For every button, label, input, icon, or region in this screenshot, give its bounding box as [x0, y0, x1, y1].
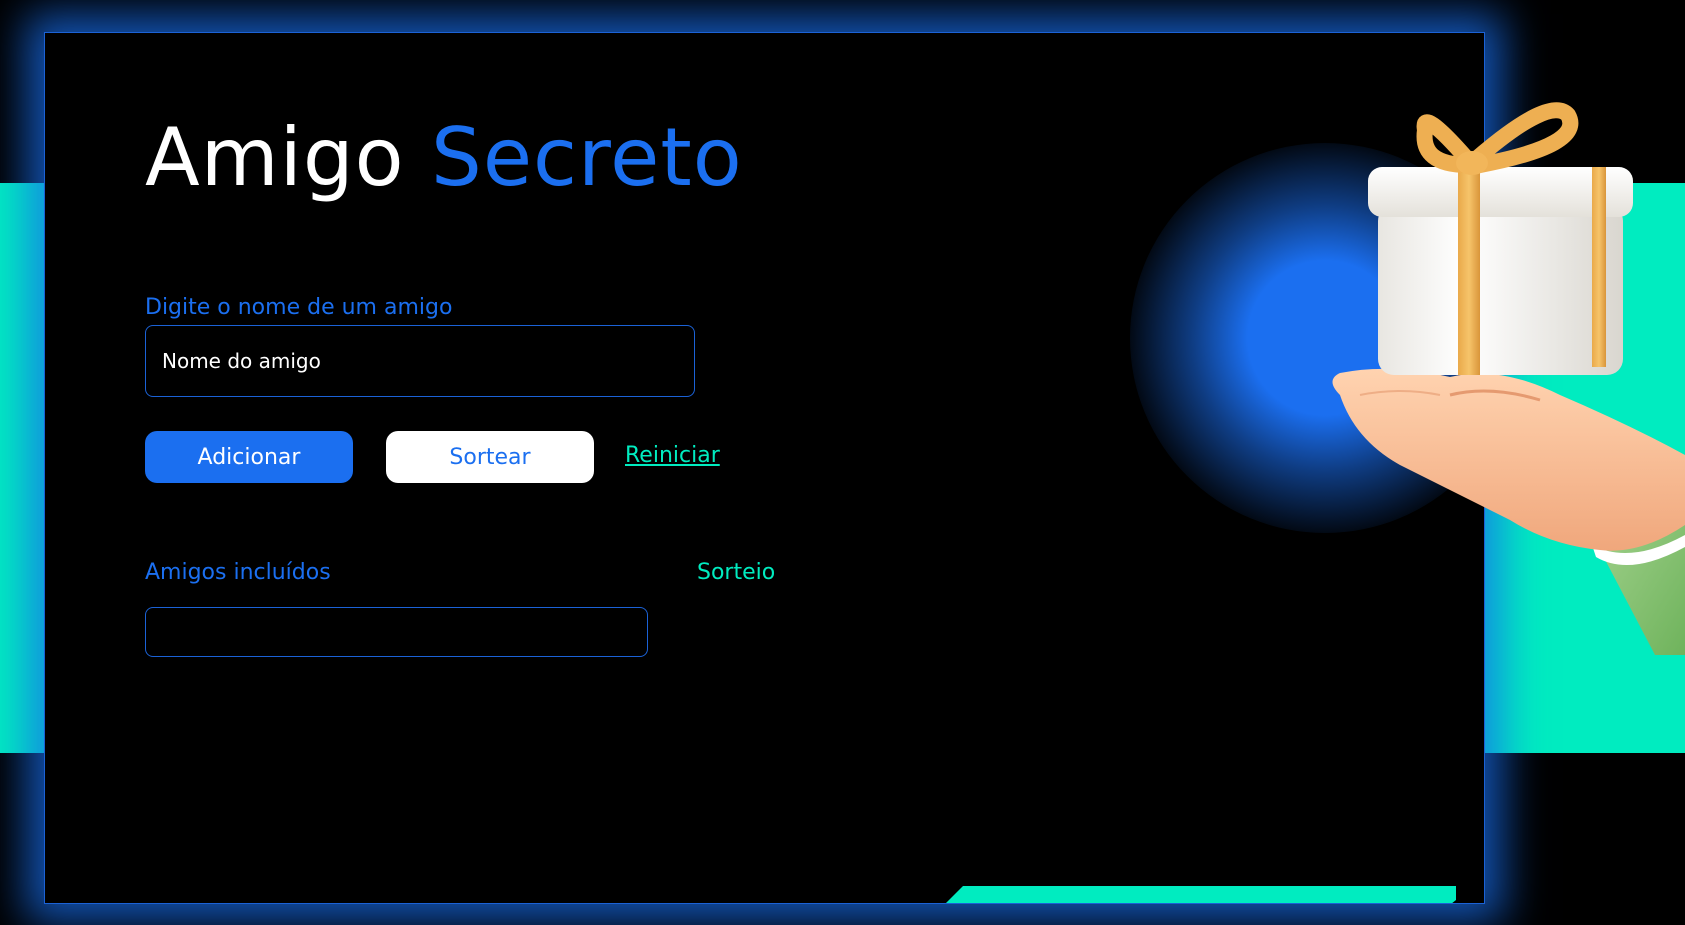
- main-card: Amigo Secreto Digite o nome de um amigo …: [44, 32, 1485, 904]
- friend-name-input[interactable]: [145, 325, 695, 397]
- title-part-secreto: Secreto: [431, 111, 743, 204]
- reset-link[interactable]: Reiniciar: [625, 443, 720, 468]
- friends-list: [145, 607, 648, 657]
- draw-result-label: Sorteio: [697, 560, 776, 585]
- friend-input-label: Digite o nome de um amigo: [145, 295, 453, 320]
- friends-list-label: Amigos incluídos: [145, 560, 331, 585]
- app-stage: Amigo Secreto Digite o nome de um amigo …: [0, 0, 1685, 925]
- decorative-bottom-bar: [943, 886, 1456, 903]
- gift-hand-illustration-icon: [1332, 102, 1685, 655]
- page-title: Amigo Secreto: [145, 118, 743, 198]
- draw-button[interactable]: Sortear: [386, 431, 594, 483]
- add-friend-button[interactable]: Adicionar: [145, 431, 353, 483]
- title-part-amigo: Amigo: [145, 111, 405, 204]
